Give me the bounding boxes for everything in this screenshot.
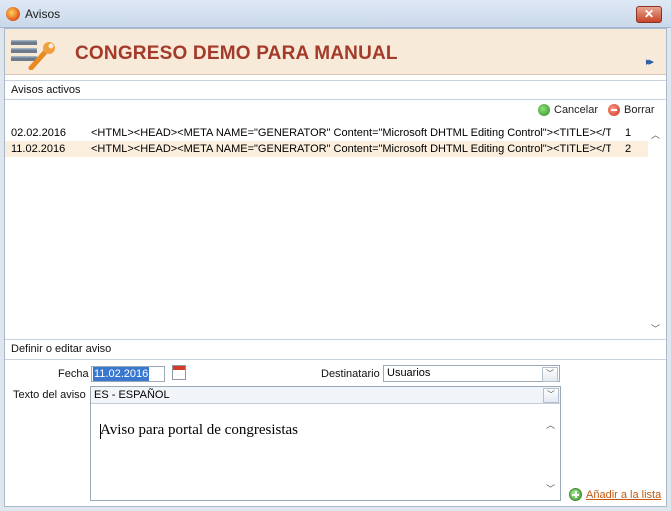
cancel-icon [538,104,550,116]
scroll-down-icon[interactable]: ﹀ [651,322,660,335]
chevron-down-icon[interactable]: ﹀ [543,388,559,403]
editor-scrollbar[interactable]: ︿ ﹀ [544,418,558,498]
fecha-input[interactable]: 11.02.2016 [91,366,165,382]
row-date: 02.02.2016 [11,127,67,139]
row-date: 11.02.2016 [11,143,66,155]
language-select[interactable]: ES - ESPAÑOL ﹀ [91,387,560,404]
destinatario-label: Destinatario [321,368,380,380]
table-row-selected[interactable]: 11.02.2016 <HTML><HEAD><META NAME="GENER… [5,141,648,157]
destinatario-select[interactable]: Usuarios ﹀ [383,365,560,382]
close-button[interactable]: ✕ [636,6,662,23]
fecha-label: Fecha [58,368,89,380]
title-bar [0,0,671,28]
close-icon: ✕ [643,7,655,21]
delete-button-label: Borrar [624,104,655,116]
expand-icon[interactable]: ▸▸ [646,55,654,68]
add-to-list-button[interactable]: Añadir a la lista [569,488,661,501]
notices-list: 02.02.2016 <HTML><HEAD><META NAME="GENER… [5,122,666,336]
scroll-up-icon[interactable]: ︿ [651,128,660,141]
scroll-up-icon[interactable]: ︿ [546,418,555,431]
cancel-button-label: Cancelar [554,104,599,116]
add-icon [569,488,582,501]
window-title: Avisos [25,7,61,21]
page-title: CONGRESO DEMO PARA MANUAL [75,43,398,64]
chevron-down-icon[interactable]: ﹀ [542,367,558,382]
add-to-list-label: Añadir a la lista [586,488,662,501]
table-row[interactable]: 02.02.2016 <HTML><HEAD><META NAME="GENER… [5,125,648,141]
calendar-icon[interactable] [172,365,186,380]
cancel-button[interactable]: Cancelar [538,104,598,116]
list-scrollbar[interactable]: ︿ ﹀ [649,126,663,336]
editor-text[interactable]: Aviso para portal de congresistas [100,422,298,439]
row-content: <HTML><HEAD><META NAME="GENERATOR" Conte… [91,143,611,155]
delete-icon [608,104,620,116]
tools-icon [11,40,55,70]
app-icon [6,7,20,21]
define-notice-label: Definir o editar aviso [5,339,666,360]
row-content: <HTML><HEAD><META NAME="GENERATOR" Conte… [91,127,611,139]
active-notices-label: Avisos activos [5,80,666,100]
row-number: 2 [625,143,632,155]
texto-label: Texto del aviso [13,389,86,401]
delete-button[interactable]: Borrar [608,104,655,116]
language-value: ES - ESPAÑOL [94,389,170,401]
destinatario-value: Usuarios [387,367,431,379]
fecha-value: 11.02.2016 [93,367,150,381]
row-number: 1 [625,127,632,139]
scroll-down-icon[interactable]: ﹀ [546,482,555,495]
